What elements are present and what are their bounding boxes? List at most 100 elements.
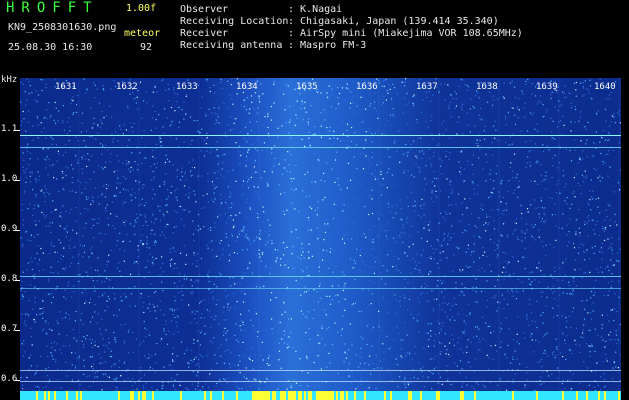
noise-speck xyxy=(219,242,221,244)
noise-speck xyxy=(150,165,152,168)
strip-segment xyxy=(318,391,320,400)
noise-speck xyxy=(540,101,542,103)
noise-speck xyxy=(76,340,78,342)
noise-speck xyxy=(430,245,432,247)
strip-segment xyxy=(298,391,300,400)
noise-speck xyxy=(602,324,604,326)
noise-speck xyxy=(500,234,502,236)
noise-speck xyxy=(339,186,342,188)
noise-speck xyxy=(415,264,418,266)
noise-speck xyxy=(356,248,358,250)
noise-speck xyxy=(137,108,139,110)
noise-speck xyxy=(60,254,63,256)
strip-segment xyxy=(578,391,580,400)
noise-speck xyxy=(534,279,536,281)
noise-speck xyxy=(289,119,291,121)
noise-speck xyxy=(268,230,271,232)
noise-speck xyxy=(248,310,250,312)
noise-speck xyxy=(34,194,37,196)
noise-speck xyxy=(58,153,60,155)
strip-segment xyxy=(98,391,100,400)
noise-speck xyxy=(329,126,331,128)
noise-speck xyxy=(174,110,176,112)
noise-speck xyxy=(160,339,162,341)
strip-segment xyxy=(108,391,110,400)
noise-speck xyxy=(558,227,560,229)
noise-speck xyxy=(604,139,606,141)
noise-speck xyxy=(455,105,457,107)
noise-speck xyxy=(430,197,433,200)
strip-segment xyxy=(352,391,354,400)
noise-speck xyxy=(93,236,95,239)
noise-speck xyxy=(259,238,261,240)
noise-speck xyxy=(202,388,204,390)
noise-speck xyxy=(517,291,519,293)
noise-speck xyxy=(546,296,548,299)
noise-speck xyxy=(409,377,411,380)
noise-speck xyxy=(601,258,603,260)
noise-speck xyxy=(214,318,216,320)
noise-speck xyxy=(163,215,165,217)
noise-speck xyxy=(245,155,248,157)
noise-speck xyxy=(496,208,498,211)
noise-speck xyxy=(525,166,527,168)
noise-speck xyxy=(531,333,533,335)
noise-speck xyxy=(230,285,232,287)
noise-speck xyxy=(259,113,261,115)
noise-speck xyxy=(589,355,591,357)
noise-speck xyxy=(370,254,372,257)
noise-speck xyxy=(538,262,540,264)
noise-speck xyxy=(267,246,269,249)
noise-speck xyxy=(150,283,152,285)
noise-speck xyxy=(183,353,185,355)
noise-speck xyxy=(595,131,597,133)
noise-speck xyxy=(60,352,63,354)
info-label-observer: Observer xyxy=(180,4,229,15)
strip-segment xyxy=(204,391,206,400)
noise-speck xyxy=(514,123,516,125)
noise-speck xyxy=(308,195,310,197)
noise-speck xyxy=(243,376,245,378)
noise-speck xyxy=(288,112,290,114)
noise-speck xyxy=(135,180,137,182)
noise-speck xyxy=(225,236,227,238)
noise-speck xyxy=(450,192,452,194)
noise-speck xyxy=(297,284,299,286)
noise-speck xyxy=(606,98,608,100)
noise-speck xyxy=(575,343,577,345)
noise-speck xyxy=(334,386,336,388)
noise-speck xyxy=(569,149,571,152)
noise-speck xyxy=(512,170,514,172)
noise-speck xyxy=(329,295,331,297)
noise-speck xyxy=(525,141,527,143)
noise-speck xyxy=(233,364,235,366)
noise-speck xyxy=(516,173,518,176)
noise-speck xyxy=(617,252,619,254)
strip-segment xyxy=(230,391,232,400)
noise-speck xyxy=(303,107,306,109)
noise-speck xyxy=(319,157,321,159)
noise-speck xyxy=(113,171,115,173)
strip-segment xyxy=(112,391,114,400)
strip-segment xyxy=(588,391,590,400)
noise-speck xyxy=(360,184,362,186)
noise-speck xyxy=(503,307,505,309)
strip-segment xyxy=(420,391,422,400)
noise-speck xyxy=(474,301,476,303)
noise-speck xyxy=(520,204,522,207)
noise-speck xyxy=(239,212,241,214)
noise-speck xyxy=(176,315,178,317)
noise-speck xyxy=(583,318,586,320)
strip-segment xyxy=(538,391,540,400)
noise-speck xyxy=(593,168,595,170)
x-label-1635: 1635 xyxy=(296,82,318,92)
noise-speck xyxy=(564,200,566,202)
noise-speck xyxy=(365,136,367,138)
noise-speck xyxy=(593,386,596,388)
noise-speck xyxy=(554,138,556,140)
noise-speck xyxy=(298,283,300,285)
noise-speck xyxy=(212,342,214,344)
noise-speck xyxy=(392,237,395,239)
noise-speck xyxy=(170,320,173,322)
noise-speck xyxy=(155,362,157,364)
